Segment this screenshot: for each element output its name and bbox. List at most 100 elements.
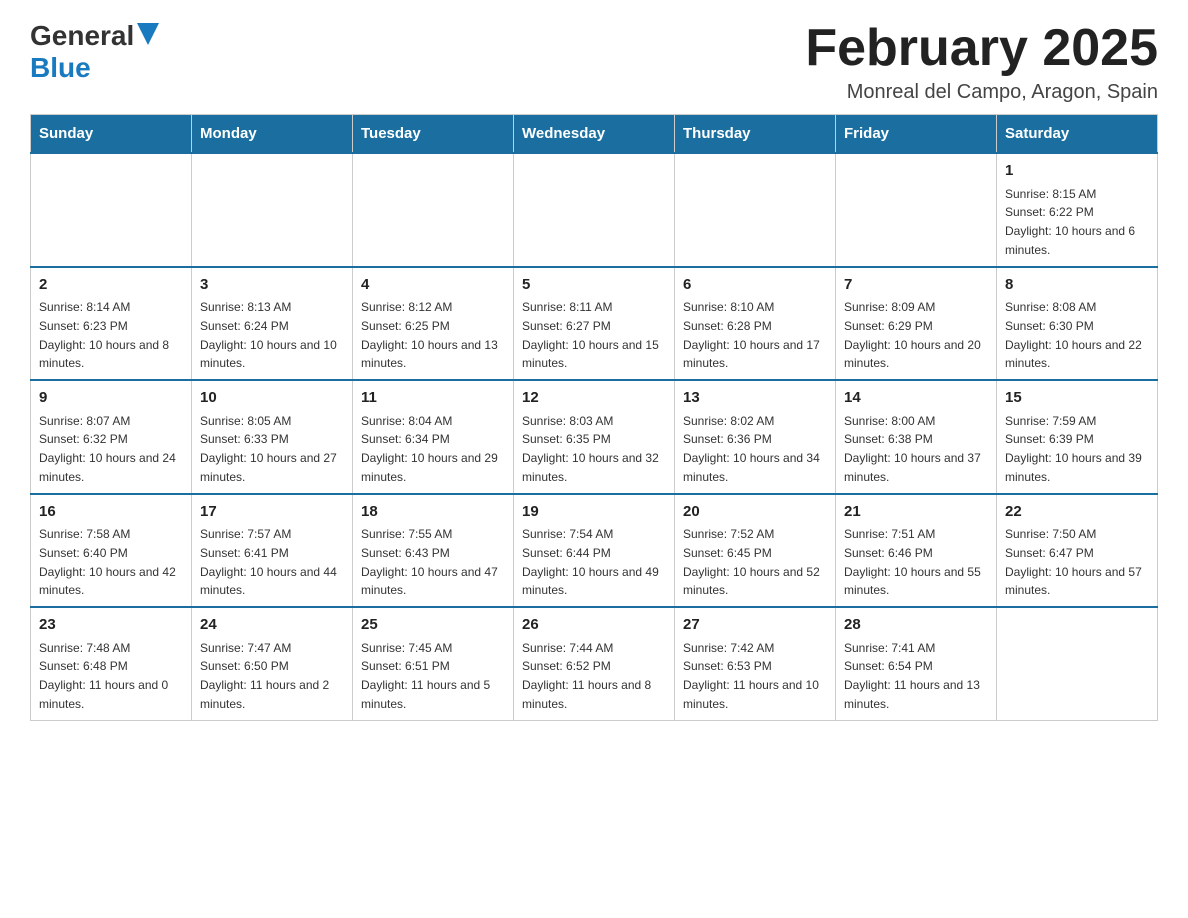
calendar-cell: 9 Sunrise: 8:07 AMSunset: 6:32 PMDaylight… — [31, 380, 192, 494]
day-number: 7 — [844, 274, 988, 297]
calendar-cell: 28 Sunrise: 7:41 AMSunset: 6:54 PMDayligh… — [836, 607, 997, 720]
day-number: 21 — [844, 501, 988, 524]
calendar-cell — [31, 153, 192, 267]
calendar-cell: 1 Sunrise: 8:15 AMSunset: 6:22 PMDaylight… — [997, 153, 1158, 267]
day-info: Sunrise: 8:00 AMSunset: 6:38 PMDaylight:… — [844, 414, 981, 484]
day-info: Sunrise: 8:03 AMSunset: 6:35 PMDaylight:… — [522, 414, 659, 484]
day-number: 20 — [683, 501, 827, 524]
day-number: 23 — [39, 614, 183, 637]
calendar-cell: 21 Sunrise: 7:51 AMSunset: 6:46 PMDayligh… — [836, 494, 997, 608]
calendar-cell: 25 Sunrise: 7:45 AMSunset: 6:51 PMDayligh… — [353, 607, 514, 720]
day-number: 9 — [39, 387, 183, 410]
calendar-cell: 20 Sunrise: 7:52 AMSunset: 6:45 PMDayligh… — [675, 494, 836, 608]
day-number: 2 — [39, 274, 183, 297]
calendar-cell: 14 Sunrise: 8:00 AMSunset: 6:38 PMDayligh… — [836, 380, 997, 494]
day-number: 6 — [683, 274, 827, 297]
day-number: 3 — [200, 274, 344, 297]
calendar-cell: 4 Sunrise: 8:12 AMSunset: 6:25 PMDaylight… — [353, 267, 514, 381]
day-info: Sunrise: 8:09 AMSunset: 6:29 PMDaylight:… — [844, 300, 981, 370]
calendar-cell: 15Sunrise: 7:59 AMSunset: 6:39 PMDayligh… — [997, 380, 1158, 494]
day-info: Sunrise: 8:10 AMSunset: 6:28 PMDaylight:… — [683, 300, 820, 370]
day-info: Sunrise: 8:12 AMSunset: 6:25 PMDaylight:… — [361, 300, 498, 370]
calendar-cell: 24Sunrise: 7:47 AMSunset: 6:50 PMDayligh… — [192, 607, 353, 720]
calendar-cell: 23 Sunrise: 7:48 AMSunset: 6:48 PMDayligh… — [31, 607, 192, 720]
day-number: 12 — [522, 387, 666, 410]
day-info: Sunrise: 8:08 AMSunset: 6:30 PMDaylight:… — [1005, 300, 1142, 370]
day-info: Sunrise: 7:42 AMSunset: 6:53 PMDaylight:… — [683, 641, 819, 711]
calendar-cell: 10Sunrise: 8:05 AMSunset: 6:33 PMDayligh… — [192, 380, 353, 494]
day-info: Sunrise: 7:54 AMSunset: 6:44 PMDaylight:… — [522, 527, 659, 597]
day-info: Sunrise: 7:45 AMSunset: 6:51 PMDaylight:… — [361, 641, 490, 711]
calendar-cell: 7 Sunrise: 8:09 AMSunset: 6:29 PMDaylight… — [836, 267, 997, 381]
calendar-cell — [353, 153, 514, 267]
header: General Blue February 2025 Monreal del C… — [30, 20, 1158, 104]
day-info: Sunrise: 8:13 AMSunset: 6:24 PMDaylight:… — [200, 300, 337, 370]
day-number: 13 — [683, 387, 827, 410]
day-number: 1 — [1005, 160, 1149, 183]
calendar-cell: 18 Sunrise: 7:55 AMSunset: 6:43 PMDayligh… — [353, 494, 514, 608]
calendar-cell — [514, 153, 675, 267]
weekday-header-row: SundayMondayTuesdayWednesdayThursdayFrid… — [31, 115, 1158, 154]
logo-triangle-icon — [137, 23, 159, 45]
calendar-week-3: 9 Sunrise: 8:07 AMSunset: 6:32 PMDaylight… — [31, 380, 1158, 494]
calendar-cell: 5 Sunrise: 8:11 AMSunset: 6:27 PMDaylight… — [514, 267, 675, 381]
day-info: Sunrise: 8:14 AMSunset: 6:23 PMDaylight:… — [39, 300, 169, 370]
day-info: Sunrise: 7:44 AMSunset: 6:52 PMDaylight:… — [522, 641, 651, 711]
calendar-cell: 2 Sunrise: 8:14 AMSunset: 6:23 PMDaylight… — [31, 267, 192, 381]
logo: General Blue — [30, 20, 159, 84]
day-info: Sunrise: 7:51 AMSunset: 6:46 PMDaylight:… — [844, 527, 981, 597]
calendar-cell — [836, 153, 997, 267]
calendar-cell: 6 Sunrise: 8:10 AMSunset: 6:28 PMDaylight… — [675, 267, 836, 381]
day-info: Sunrise: 8:02 AMSunset: 6:36 PMDaylight:… — [683, 414, 820, 484]
calendar-cell: 26 Sunrise: 7:44 AMSunset: 6:52 PMDayligh… — [514, 607, 675, 720]
title-area: February 2025 Monreal del Campo, Aragon,… — [805, 20, 1158, 104]
weekday-header-tuesday: Tuesday — [353, 115, 514, 154]
day-info: Sunrise: 8:07 AMSunset: 6:32 PMDaylight:… — [39, 414, 176, 484]
day-info: Sunrise: 7:57 AMSunset: 6:41 PMDaylight:… — [200, 527, 337, 597]
day-number: 27 — [683, 614, 827, 637]
calendar-cell: 13 Sunrise: 8:02 AMSunset: 6:36 PMDayligh… — [675, 380, 836, 494]
page-title: February 2025 — [805, 20, 1158, 77]
calendar-cell: 12 Sunrise: 8:03 AMSunset: 6:35 PMDayligh… — [514, 380, 675, 494]
day-number: 10 — [200, 387, 344, 410]
day-info: Sunrise: 7:41 AMSunset: 6:54 PMDaylight:… — [844, 641, 980, 711]
subtitle: Monreal del Campo, Aragon, Spain — [805, 81, 1158, 104]
day-number: 25 — [361, 614, 505, 637]
day-number: 18 — [361, 501, 505, 524]
day-info: Sunrise: 7:48 AMSunset: 6:48 PMDaylight:… — [39, 641, 168, 711]
weekday-header-saturday: Saturday — [997, 115, 1158, 154]
weekday-header-wednesday: Wednesday — [514, 115, 675, 154]
day-number: 16 — [39, 501, 183, 524]
calendar-cell: 16 Sunrise: 7:58 AMSunset: 6:40 PMDayligh… — [31, 494, 192, 608]
calendar-cell: 19 Sunrise: 7:54 AMSunset: 6:44 PMDayligh… — [514, 494, 675, 608]
day-number: 28 — [844, 614, 988, 637]
calendar-cell — [675, 153, 836, 267]
day-info: Sunrise: 8:15 AMSunset: 6:22 PMDaylight:… — [1005, 187, 1135, 257]
calendar-week-5: 23 Sunrise: 7:48 AMSunset: 6:48 PMDayligh… — [31, 607, 1158, 720]
day-number: 11 — [361, 387, 505, 410]
logo-general-text: General — [30, 20, 134, 52]
calendar-week-1: 1 Sunrise: 8:15 AMSunset: 6:22 PMDaylight… — [31, 153, 1158, 267]
weekday-header-sunday: Sunday — [31, 115, 192, 154]
calendar-week-2: 2 Sunrise: 8:14 AMSunset: 6:23 PMDaylight… — [31, 267, 1158, 381]
logo-blue-text: Blue — [30, 52, 91, 83]
day-info: Sunrise: 8:04 AMSunset: 6:34 PMDaylight:… — [361, 414, 498, 484]
weekday-header-friday: Friday — [836, 115, 997, 154]
calendar-cell: 11 Sunrise: 8:04 AMSunset: 6:34 PMDayligh… — [353, 380, 514, 494]
day-number: 17 — [200, 501, 344, 524]
day-number: 5 — [522, 274, 666, 297]
calendar-cell: 8Sunrise: 8:08 AMSunset: 6:30 PMDaylight… — [997, 267, 1158, 381]
weekday-header-monday: Monday — [192, 115, 353, 154]
day-number: 4 — [361, 274, 505, 297]
day-number: 19 — [522, 501, 666, 524]
day-number: 26 — [522, 614, 666, 637]
day-info: Sunrise: 7:47 AMSunset: 6:50 PMDaylight:… — [200, 641, 329, 711]
day-info: Sunrise: 7:58 AMSunset: 6:40 PMDaylight:… — [39, 527, 176, 597]
day-number: 14 — [844, 387, 988, 410]
calendar-cell — [192, 153, 353, 267]
day-number: 22 — [1005, 501, 1149, 524]
day-info: Sunrise: 7:55 AMSunset: 6:43 PMDaylight:… — [361, 527, 498, 597]
calendar-cell: 17 Sunrise: 7:57 AMSunset: 6:41 PMDayligh… — [192, 494, 353, 608]
day-info: Sunrise: 7:52 AMSunset: 6:45 PMDaylight:… — [683, 527, 820, 597]
day-info: Sunrise: 8:11 AMSunset: 6:27 PMDaylight:… — [522, 300, 659, 370]
